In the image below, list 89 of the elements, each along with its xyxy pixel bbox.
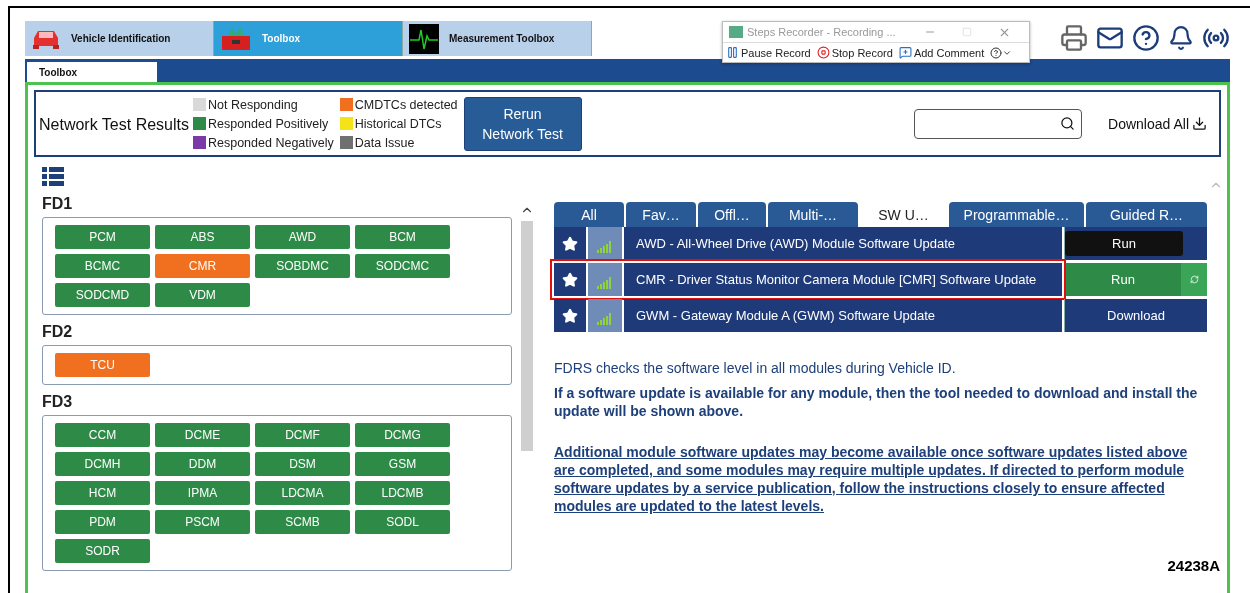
module-button[interactable]: CMR [155, 254, 250, 278]
module-button[interactable]: PDM [55, 510, 150, 534]
legend-label: Historical DTCs [354, 116, 442, 131]
toolbox-icon [220, 25, 252, 52]
help-icon[interactable] [1132, 24, 1160, 52]
module-button[interactable]: LDCMA [255, 481, 350, 505]
legend-label: Not Responding [208, 97, 298, 112]
recorder-button[interactable]: Pause Record [726, 46, 811, 59]
module-button[interactable]: IPMA [155, 481, 250, 505]
module-button[interactable]: GSM [355, 452, 450, 476]
module-button[interactable]: PSCM [155, 510, 250, 534]
module-button[interactable]: PCM [55, 225, 150, 249]
group-heading: FD1 [42, 195, 74, 213]
module-button[interactable]: VDM [155, 283, 250, 307]
list-icon[interactable] [42, 167, 64, 187]
module-button[interactable]: SODL [355, 510, 450, 534]
recorder-icon [729, 26, 743, 38]
recorder-title: Steps Recorder - Recording ... [747, 26, 896, 38]
module-button[interactable]: BCMC [55, 254, 150, 278]
category-tab[interactable]: Programmable… [949, 202, 1084, 227]
printer-icon[interactable] [1060, 24, 1088, 52]
star-icon [562, 271, 578, 288]
update-title: CMR - Driver Status Monitor Camera Module [CMR] Software Update [624, 263, 1062, 296]
rerun-button[interactable]: Rerun Network Test [463, 96, 582, 151]
category-tab[interactable]: Offl… [698, 202, 766, 227]
search-icon [1060, 116, 1076, 131]
info-text: FDRS checks the software level in all modules during Vehicle ID. [554, 360, 957, 376]
recorder-button[interactable]: Add Comment [898, 46, 985, 59]
signal-icon [597, 241, 613, 253]
update-title: GWM - Gateway Module A (GWM) Software Update [624, 299, 1062, 332]
run-button[interactable]: Run [1064, 263, 1207, 296]
app-tab[interactable]: Toolbox [214, 21, 403, 56]
module-button[interactable]: ABS [155, 225, 250, 249]
info-link[interactable]: Additional module software updates may become available once software updates listed above are completed, and some modules may require multiple updates. If directed to perform module software updates by a service publication, follow the instructions closely to ensure affected modules are updated to the latest levels. [554, 443, 1199, 515]
category-tab[interactable]: Fav… [626, 202, 696, 227]
tooltip: Run [1065, 231, 1183, 256]
search-field[interactable] [914, 108, 1083, 139]
bell-icon[interactable] [1168, 25, 1194, 51]
favorite-button[interactable] [554, 299, 586, 332]
comment-icon [898, 46, 912, 59]
stop-icon [816, 46, 830, 59]
module-button[interactable]: DCMF [255, 423, 350, 447]
scrollbar-thumb[interactable] [520, 221, 533, 451]
legend-label: Responded Positively [208, 116, 329, 131]
signal-icon [597, 313, 613, 325]
app-tab[interactable]: Measurement Toolbox [403, 21, 592, 56]
module-button[interactable]: DCME [155, 423, 250, 447]
group-heading: FD2 [42, 323, 74, 341]
download-button[interactable]: Download [1064, 299, 1207, 332]
legend-label: Data Issue [354, 135, 415, 150]
favorite-button[interactable] [554, 263, 586, 296]
update-title: AWD - All-Wheel Drive (AWD) Module Software Update [624, 227, 1062, 260]
category-tab[interactable]: All [554, 202, 624, 227]
module-button[interactable]: SODCMC [355, 254, 450, 278]
module-button[interactable]: SODCMD [55, 283, 150, 307]
module-button[interactable]: AWD [255, 225, 350, 249]
download-all-button[interactable]: Download All [1108, 115, 1207, 132]
group-heading: FD3 [42, 393, 74, 411]
module-button[interactable]: DCMH [55, 452, 150, 476]
module-button[interactable]: BCM [355, 225, 450, 249]
recorder-button[interactable]: Stop Record [816, 46, 893, 59]
module-button[interactable]: SCMB [255, 510, 350, 534]
module-button[interactable]: DDM [155, 452, 250, 476]
module-button[interactable]: DCMG [355, 423, 450, 447]
download-button[interactable]: Run [1064, 227, 1207, 260]
legend-label: Responded Negatively [208, 135, 334, 150]
module-button[interactable]: SODR [55, 539, 150, 563]
star-icon [562, 235, 578, 252]
module-button[interactable]: SOBDMC [255, 254, 350, 278]
help-icon[interactable] [990, 46, 1003, 59]
refresh-icon [1189, 275, 1199, 284]
module-button[interactable]: TCU [55, 353, 150, 377]
app-tab[interactable]: Vehicle Identification [25, 21, 214, 56]
legend-label: CMDTCs detected [354, 97, 458, 112]
module-button[interactable]: DSM [255, 452, 350, 476]
sub-tab[interactable]: Toolbox [27, 62, 157, 82]
category-tab[interactable]: Guided R… [1086, 202, 1207, 227]
module-button[interactable]: CCM [55, 423, 150, 447]
module-button[interactable]: HCM [55, 481, 150, 505]
info-text: If a software update is available for any module, then the tool needed to download and install the update will be shown above. [554, 384, 1199, 420]
category-tab[interactable]: Multi-… [768, 202, 858, 227]
star-icon [562, 307, 578, 324]
network-test-title: Network Test Results [39, 115, 189, 134]
favorite-button[interactable] [554, 227, 586, 260]
download-icon [1192, 116, 1207, 131]
waveform-icon [409, 23, 439, 54]
signal-icon [597, 277, 613, 289]
pause-icon [726, 46, 739, 59]
module-button[interactable]: LDCMB [355, 481, 450, 505]
